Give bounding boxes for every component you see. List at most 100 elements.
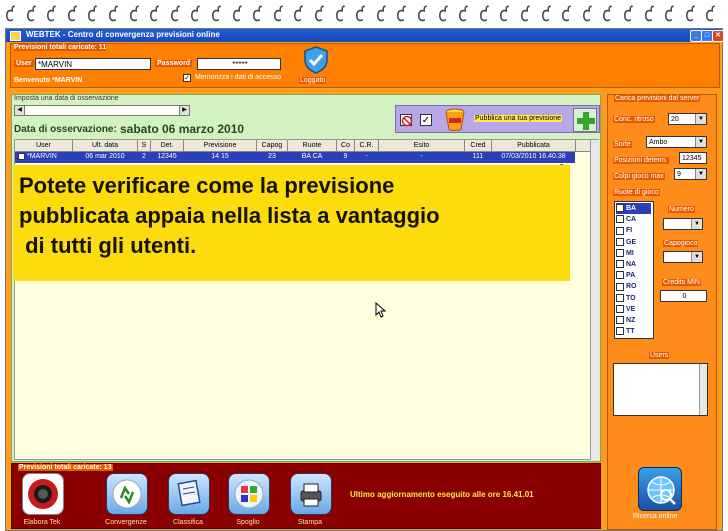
spiral-coil: ƈ [375,2,385,26]
spiral-coil: ƈ [684,2,694,26]
colpi-select[interactable]: 9 ▼ [674,168,707,180]
observation-group-label: Imposta una data di osservazione [14,95,119,102]
col-s[interactable]: S [138,140,151,151]
ruota-label: RO [626,283,637,291]
table-scrollbar[interactable] [590,140,599,460]
chevron-down-icon[interactable]: ▼ [691,219,702,229]
check-icon[interactable]: ✓ [420,114,432,126]
ruota-item-ge[interactable]: GE [616,237,651,248]
ruota-checkbox[interactable] [616,282,624,291]
ruota-checkbox[interactable] [616,215,624,224]
remember-checkbox[interactable]: ✓ [183,74,191,82]
numero-label: Numero [668,206,695,213]
ruota-item-ro[interactable]: RO [616,281,651,292]
posizioni-input[interactable]: 12345 [679,152,707,164]
ruota-label: FI [626,227,633,235]
observation-date: sabato 06 marzo 2010 [120,122,245,136]
numero-select[interactable]: ▼ [663,218,703,230]
password-input[interactable]: ***** [197,58,281,70]
sorte-value: Ambo [649,139,668,146]
conc-ritroso-select[interactable]: 20 ▼ [668,113,707,125]
colpi-label: Colpi gioco max [613,173,665,180]
ruota-item-fi[interactable]: FI [616,225,651,236]
ruote-label: Ruote di gioco [613,189,660,196]
ruota-checkbox[interactable] [616,293,624,302]
ruota-checkbox[interactable] [616,204,624,213]
chevron-down-icon[interactable]: ▼ [695,169,706,179]
spiral-coil: ƈ [540,2,550,26]
col-cred[interactable]: Cred [465,140,492,151]
col-capog[interactable]: Capog [257,140,288,151]
user-input[interactable]: *MARVIN [35,58,151,70]
cell-ult-data: 06 mar 2010 [85,153,125,160]
col-user[interactable]: User [15,140,73,151]
ruota-item-ve[interactable]: VE [616,304,651,315]
ruota-checkbox[interactable] [616,260,624,269]
ruota-item-ba[interactable]: BA [616,203,651,214]
elabora-tek-label: Elabora Tek [23,519,61,526]
cell-capog: 23 [268,153,276,160]
spiral-coil: ƈ [87,2,97,26]
users-scrollbar[interactable] [699,364,707,415]
scroll-left-icon[interactable]: ◀ [15,106,25,115]
previsioni-total-top: Previsioni totali caricate: 11 [14,44,107,51]
col-cr[interactable]: C.R. [355,140,379,151]
scroll-right-icon[interactable]: ▶ [179,106,189,115]
no-entry-icon[interactable] [400,114,413,127]
ruota-item-nz[interactable]: NZ [616,315,651,326]
conc-ritroso-label: Conc. ritroso [613,116,655,123]
ruota-checkbox[interactable] [616,304,624,313]
table-row-selected[interactable]: *MARVIN 06 mar 2010 2 12345 14 15 23 BA … [15,152,575,163]
ruota-item-to[interactable]: TO [616,293,651,304]
add-prediction-button[interactable] [573,108,597,132]
ruota-checkbox[interactable] [616,226,624,235]
previsioni-total-bottom: Previsioni totali caricate: 13 [18,464,113,471]
globe-icon[interactable] [638,467,682,511]
ruota-checkbox[interactable] [616,327,624,336]
chevron-down-icon[interactable]: ▼ [695,114,706,124]
date-scrollbar[interactable]: ◀ ▶ [14,105,190,116]
app-icon [10,31,21,41]
cell-user: *MARVIN [27,153,57,160]
col-ruote[interactable]: Ruote [288,140,337,151]
ruota-checkbox[interactable] [616,237,624,246]
ruota-item-ca[interactable]: CA [616,214,651,225]
ruota-checkbox[interactable] [616,271,624,280]
ruota-item-tt[interactable]: TT [616,326,651,337]
ruota-checkbox[interactable] [616,316,624,325]
document-icon[interactable] [168,473,210,515]
col-pubblicata[interactable]: Pubblicata [492,140,576,151]
spiral-coil: ƈ [169,2,179,26]
chevron-down-icon[interactable]: ▼ [695,137,706,147]
sorte-select[interactable]: Ambo ▼ [646,136,707,148]
row-checkbox[interactable] [18,153,25,160]
capogioco-select[interactable]: ▼ [663,251,703,263]
mouse-cursor-icon [375,301,387,318]
col-co[interactable]: Co [337,140,355,151]
spiral-coil: ƈ [664,2,674,26]
elabora-tek-icon[interactable] [22,473,64,515]
spiral-coil: ƈ [643,2,653,26]
title-bar: WEBTEK - Centro di convergenza prevision… [6,29,724,42]
windows-flag-icon[interactable] [228,473,270,515]
ruote-list[interactable]: BA CA FI GE MI NA PA RO TO VE NZ TT [614,201,654,339]
callout-text: Potete verificare come la previsione pub… [19,173,440,258]
ruota-item-pa[interactable]: PA [616,270,651,281]
recycle-icon[interactable] [106,473,148,515]
col-ult-data[interactable]: Ult. data [73,140,138,151]
col-previsione[interactable]: Previsione [184,140,257,151]
spiral-binding: ƈƈƈƈƈƈƈƈƈƈƈƈƈƈƈƈƈƈƈƈƈƈƈƈƈƈƈƈƈƈƈƈƈƈƈ [0,0,728,28]
users-list[interactable] [613,363,708,416]
spiral-coil: ƈ [293,2,303,26]
ruota-item-na[interactable]: NA [616,259,651,270]
printer-icon[interactable] [290,473,332,515]
bucket-icon[interactable] [444,108,466,132]
col-det[interactable]: Det. [151,140,184,151]
chevron-down-icon[interactable]: ▼ [691,252,702,262]
ruota-item-mi[interactable]: MI [616,248,651,259]
close-icon[interactable]: ✕ [712,30,724,42]
credits-input[interactable]: 0 [660,290,707,302]
ruota-checkbox[interactable] [616,248,624,257]
col-esito[interactable]: Esito [379,140,465,151]
user-label: User [14,60,34,67]
